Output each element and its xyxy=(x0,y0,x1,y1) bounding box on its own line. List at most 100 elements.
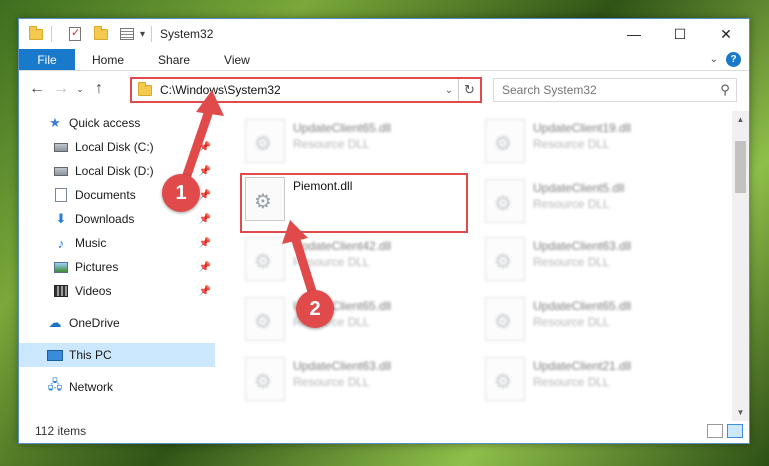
file-list: UpdateClient65.dll Resource DLL UpdateCli… xyxy=(231,111,731,411)
file-item[interactable]: UpdateClient65.dllResource DLL xyxy=(245,119,465,169)
tab-view[interactable]: View xyxy=(207,49,267,70)
large-icons-view-icon[interactable] xyxy=(727,424,743,438)
sidebar-item-label: OneDrive xyxy=(69,316,120,330)
sidebar-item-label: Documents xyxy=(75,188,136,202)
refresh-button[interactable]: ↻ xyxy=(458,79,480,101)
folder-icon xyxy=(27,25,45,43)
close-button[interactable]: ✕ xyxy=(703,19,749,49)
sidebar-item-label: Local Disk (C:) xyxy=(75,140,154,154)
disk-icon xyxy=(53,163,69,179)
file-type: Resource DLL xyxy=(293,255,370,269)
file-item[interactable]: UpdateClient65.dll Resource DLL xyxy=(485,297,705,347)
download-icon: ⬇ xyxy=(55,211,67,226)
dll-file-icon xyxy=(485,119,525,163)
file-type: Resource DLL xyxy=(293,375,370,389)
dll-file-icon xyxy=(245,237,285,281)
search-icon[interactable]: ⚲ xyxy=(714,82,736,98)
properties-icon[interactable] xyxy=(118,25,136,43)
file-item[interactable]: UpdateClient63.dll Resource DLL xyxy=(245,357,465,407)
file-item[interactable]: UpdateClient19.dll Resource DLL xyxy=(485,119,705,169)
pin-icon[interactable]: 📌 xyxy=(199,286,211,297)
ribbon-tabs: File Home Share View ⌄ ? xyxy=(19,49,749,71)
file-type: Resource DLL xyxy=(533,315,610,329)
tab-home[interactable]: Home xyxy=(75,49,141,70)
file-item[interactable]: UpdateClient21.dll Resource DLL xyxy=(485,357,705,407)
file-item[interactable]: UpdateClient65.dllResource DLL xyxy=(245,297,465,347)
sidebar-item-pictures[interactable]: Pictures 📌 xyxy=(19,255,215,279)
file-type: Resource DLL xyxy=(533,137,610,151)
dll-file-icon xyxy=(485,179,525,223)
details-view-icon[interactable] xyxy=(707,424,723,438)
pin-icon[interactable]: 📌 xyxy=(199,166,211,177)
sidebar-item-local-disk-c[interactable]: Local Disk (C:) 📌 xyxy=(19,135,215,159)
file-type: Resource DLL xyxy=(533,375,610,389)
forward-button[interactable]: → xyxy=(49,77,73,101)
window-title: System32 xyxy=(160,27,214,41)
navigation-pane: ★ Quick access Local Disk (C:) 📌 Local D… xyxy=(19,111,215,411)
back-button[interactable]: ← xyxy=(25,77,49,101)
pin-icon[interactable]: 📌 xyxy=(199,190,211,201)
sidebar-item-label: Videos xyxy=(75,284,112,298)
pictures-icon xyxy=(53,259,69,275)
file-name: UpdateClient21.dll xyxy=(533,359,632,373)
file-type: Resource DLL xyxy=(533,197,610,211)
customize-toolbar-chevron-icon[interactable]: ▾ xyxy=(140,29,145,40)
address-path[interactable]: C:\Windows\System32 xyxy=(160,83,440,97)
dll-file-icon xyxy=(485,357,525,401)
recent-locations-chevron-icon[interactable]: ⌄ xyxy=(73,84,87,95)
minimize-button[interactable]: — xyxy=(611,19,657,49)
file-highlight-box xyxy=(240,173,468,233)
step-badge-1: 1 xyxy=(162,174,200,212)
pin-icon[interactable]: 📌 xyxy=(199,238,211,249)
tab-share[interactable]: Share xyxy=(141,49,207,70)
file-name: UpdateClient5.dll xyxy=(533,181,625,195)
video-icon xyxy=(53,283,69,299)
computer-icon xyxy=(47,347,63,363)
pin-icon[interactable]: 📌 xyxy=(199,214,211,225)
scroll-up-icon[interactable]: ▲ xyxy=(732,111,749,128)
sidebar-item-network[interactable]: 🖧 Network xyxy=(19,375,215,399)
title-bar: ▾ System32 — ☐ ✕ xyxy=(19,19,749,49)
file-item[interactable]: UpdateClient42.dll Resource DLL xyxy=(245,237,465,287)
dll-file-icon xyxy=(245,119,285,163)
file-type: Resource DLL xyxy=(533,255,610,269)
status-bar: 112 items xyxy=(19,419,749,443)
file-name: UpdateClient65.dll xyxy=(533,299,632,313)
tab-file[interactable]: File xyxy=(19,49,75,70)
file-type: Resource DLL xyxy=(293,137,370,151)
file-item[interactable]: UpdateClient5.dll Resource DLL xyxy=(485,179,705,229)
sidebar-item-label: Music xyxy=(75,236,107,250)
address-dropdown-chevron-icon[interactable]: ⌄ xyxy=(440,85,458,96)
address-bar[interactable]: C:\Windows\System32 ⌄ ↻ xyxy=(130,77,482,103)
sidebar-item-music[interactable]: ♪ Music 📌 xyxy=(19,231,215,255)
music-icon: ♪ xyxy=(57,235,65,251)
sidebar-item-onedrive[interactable]: ☁ OneDrive xyxy=(19,311,215,335)
search-box[interactable]: ⚲ xyxy=(493,78,737,102)
help-icon[interactable]: ? xyxy=(726,52,741,67)
cloud-icon: ☁ xyxy=(48,315,62,330)
new-folder-icon[interactable] xyxy=(92,25,110,43)
sidebar-item-this-pc[interactable]: This PC xyxy=(19,343,215,367)
address-row: ← → ⌄ ↑ C:\Windows\System32 ⌄ ↻ ⚲ xyxy=(19,75,749,103)
divider xyxy=(151,26,153,42)
step-badge-2: 2 xyxy=(296,290,334,328)
file-name: UpdateClient63.dll xyxy=(293,359,392,373)
scrollbar-thumb[interactable] xyxy=(735,141,746,193)
disk-icon xyxy=(53,139,69,155)
search-input[interactable] xyxy=(502,83,714,97)
sidebar-item-quick-access[interactable]: ★ Quick access xyxy=(19,111,215,135)
folder-icon xyxy=(138,81,152,96)
expand-ribbon-chevron-icon[interactable]: ⌄ xyxy=(710,54,718,65)
maximize-button[interactable]: ☐ xyxy=(657,19,703,49)
properties-check-icon[interactable] xyxy=(66,25,84,43)
file-explorer-window: ▾ System32 — ☐ ✕ File Home Share View ⌄ … xyxy=(18,18,750,444)
file-item[interactable]: UpdateClient63.dll Resource DLL xyxy=(485,237,705,287)
pin-icon[interactable]: 📌 xyxy=(199,262,211,273)
vertical-scrollbar[interactable]: ▲ ▼ xyxy=(732,111,749,421)
sidebar-item-videos[interactable]: Videos 📌 xyxy=(19,279,215,303)
up-button[interactable]: ↑ xyxy=(87,77,111,101)
sidebar-item-label: Downloads xyxy=(75,212,135,226)
sidebar-item-label: Local Disk (D:) xyxy=(75,164,154,178)
pin-icon[interactable]: 📌 xyxy=(199,142,211,153)
sidebar-item-label: This PC xyxy=(69,348,112,362)
